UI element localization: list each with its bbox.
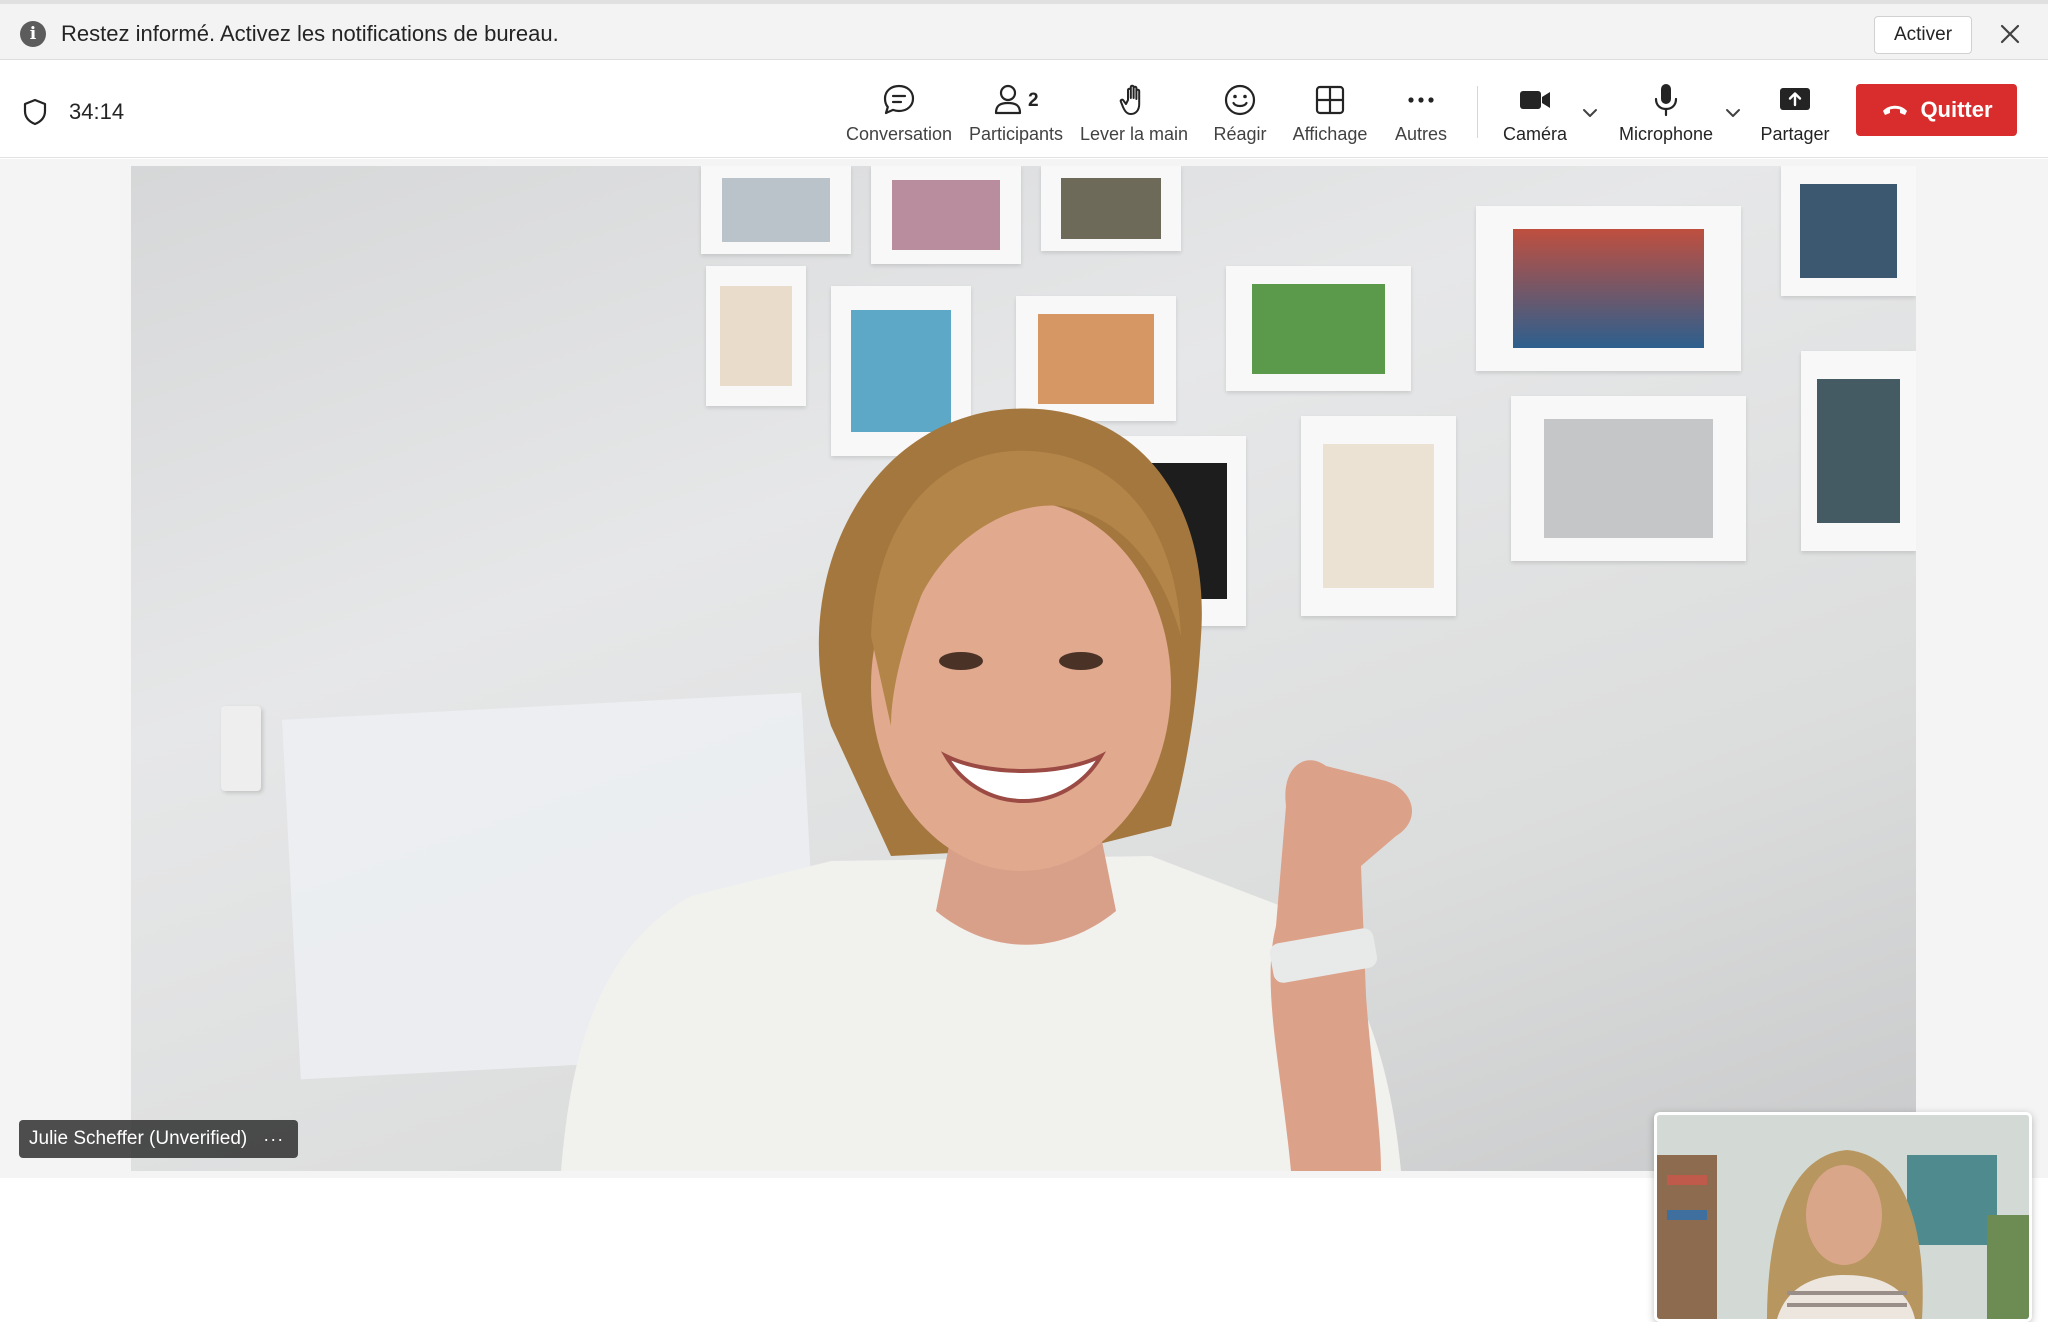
toolbar-divider xyxy=(1477,86,1478,138)
view-label: Affichage xyxy=(1292,124,1368,144)
react-button[interactable]: Réagir xyxy=(1204,80,1276,144)
video-stage xyxy=(0,159,2048,1322)
leave-button[interactable]: Quitter xyxy=(1856,84,2017,136)
more-button[interactable]: Autres xyxy=(1386,80,1456,144)
more-label: Autres xyxy=(1394,124,1448,144)
participants-count: 2 xyxy=(1028,90,1039,111)
raise-hand-button[interactable]: Lever la main xyxy=(1078,80,1190,144)
notification-banner: i Restez informé. Activez les notificati… xyxy=(0,0,2048,60)
self-view-person xyxy=(1657,1115,2029,1319)
react-label: Réagir xyxy=(1213,124,1267,144)
chat-button[interactable]: Conversation xyxy=(842,80,956,144)
participant-name: Julie Scheffer (Unverified) xyxy=(29,1128,248,1149)
more-icon xyxy=(1408,97,1434,103)
video-camera-icon xyxy=(1520,91,1550,109)
participant-more-options-icon[interactable]: ··· xyxy=(263,1129,284,1150)
grid-icon xyxy=(1315,85,1345,115)
person-icon xyxy=(994,84,1022,115)
camera-label: Caméra xyxy=(1502,124,1568,144)
share-label: Partager xyxy=(1760,124,1830,144)
participant-name-tag[interactable]: Julie Scheffer (Unverified) ··· xyxy=(19,1120,299,1158)
participants-button[interactable]: 2 Participants xyxy=(966,80,1066,144)
leave-label: Quitter xyxy=(1920,97,1993,122)
banner-message: Restez informé. Activez les notification… xyxy=(61,21,559,46)
camera-button[interactable]: Caméra xyxy=(1494,80,1576,144)
smiley-icon xyxy=(1224,84,1256,116)
share-button[interactable]: Partager xyxy=(1752,80,1838,144)
participants-label: Participants xyxy=(968,124,1064,144)
chat-icon xyxy=(883,84,915,115)
participant-person xyxy=(561,408,1413,1171)
hang-up-icon xyxy=(1883,105,1908,115)
hand-icon xyxy=(1119,84,1141,115)
chat-label: Conversation xyxy=(845,124,953,144)
microphone-icon xyxy=(1654,84,1678,117)
info-icon: i xyxy=(20,21,46,47)
microphone-label: Microphone xyxy=(1618,124,1714,144)
raise-hand-label: Lever la main xyxy=(1079,124,1189,144)
camera-options-chevron-icon[interactable] xyxy=(1579,102,1601,124)
close-icon[interactable] xyxy=(1996,20,2024,48)
shield-icon[interactable] xyxy=(22,98,48,126)
meeting-toolbar: 34:14 Conversation 2 Participants Lever … xyxy=(0,60,2048,158)
microphone-options-chevron-icon[interactable] xyxy=(1722,102,1744,124)
share-screen-icon xyxy=(1780,88,1810,110)
self-view-video[interactable] xyxy=(1654,1112,2032,1322)
activate-notifications-button[interactable]: Activer xyxy=(1874,16,1972,54)
main-video-feed[interactable] xyxy=(131,166,1916,1171)
microphone-button[interactable]: Microphone xyxy=(1614,80,1718,144)
view-button[interactable]: Affichage xyxy=(1286,80,1374,144)
meeting-timer: 34:14 xyxy=(69,99,125,124)
